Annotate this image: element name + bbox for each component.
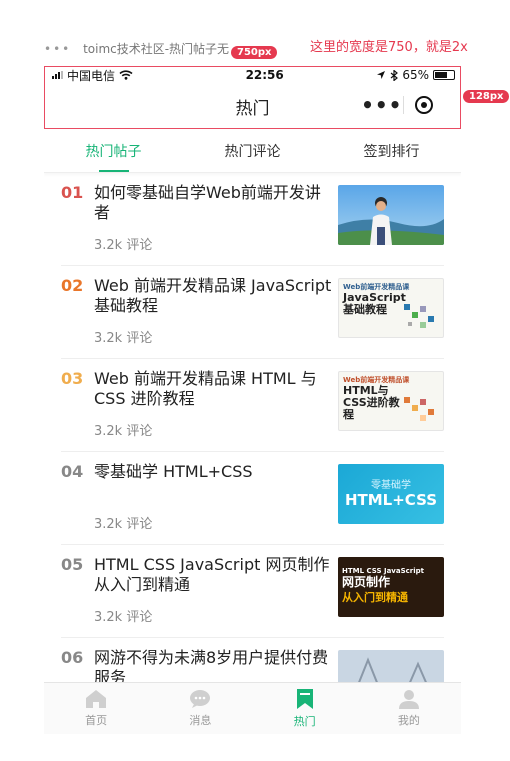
target-icon [415,96,434,114]
book-subtitle: 从入门到精通 [342,591,408,604]
list-item[interactable]: 05 HTML CSS JavaScript 网页制作从入门到精通 3.2k 评论… [61,545,444,638]
post-title: Web 前端开发精品课 JavaScript 基础教程 [94,276,332,315]
more-button[interactable]: ••• [361,93,403,117]
wifi-icon [119,70,133,80]
home-icon [86,690,107,708]
post-title: 零基础学 HTML+CSS [94,462,253,481]
signal-icon [52,71,63,79]
rank-number: 01 [61,183,84,202]
bottom-tab-bar: 首页 消息 热门 我的 [44,682,461,734]
list-item[interactable]: 01 如何零基础自学Web前端开发讲者 3.2k 评论 [61,173,444,266]
post-thumbnail: Web前端开发精品课 JavaScript基础教程 [338,278,444,338]
tabbar-home[interactable]: 首页 [44,683,148,734]
comment-count: 3.2k 评论 [94,610,153,625]
tabbar-hot[interactable]: 热门 [253,683,357,734]
bluetooth-icon [390,69,399,81]
tab-hot-posts[interactable]: 热门帖子 [44,129,183,172]
post-title: Web 前端开发精品课 HTML 与 CSS 进阶教程 [94,369,317,408]
close-miniprogram-button[interactable] [403,96,445,114]
book-title: 网页制作 [342,575,391,589]
hot-bookmark-icon [296,689,313,709]
book-title: HTML与CSS进阶教程 [343,384,400,421]
battery-percent: 65% [402,68,429,82]
window-title-bar: ••• toimc技术社区-热门帖子无 [44,40,229,57]
rank-number: 03 [61,369,84,388]
tabbar-profile[interactable]: 我的 [357,683,461,734]
post-list: 01 如何零基础自学Web前端开发讲者 3.2k 评论 02 Web 前端开发精… [44,173,461,731]
post-title: HTML CSS JavaScript 网页制作从入门到精通 [94,555,330,594]
battery-icon [432,70,455,80]
rank-number: 02 [61,276,84,295]
post-thumbnail: Web前端开发精品课 HTML与CSS进阶教程 [338,371,444,431]
book-series: 零基础学 [371,480,411,491]
phone-screen: 中国电信 22:56 65% 热门 ••• 热门帖子 热门评论 签到排行 01 … [44,66,461,734]
miniprogram-capsule: ••• [361,89,445,121]
nav-bar: 热门 ••• [44,84,461,129]
top-tabs: 热门帖子 热门评论 签到排行 [44,129,461,173]
page-title: 热门 [235,99,270,119]
message-icon [190,690,211,708]
annotation-note: 这里的宽度是750，就是2x [310,40,468,55]
book-title: HTML+CSS [344,491,438,509]
comment-count: 3.2k 评论 [94,424,153,439]
rank-number: 05 [61,555,84,574]
comment-count: 3.2k 评论 [94,238,153,253]
list-item[interactable]: 04 零基础学 HTML+CSS 3.2k 评论 零基础学 HTML+CSS [61,452,444,545]
window-title: toimc技术社区-热门帖子无 [83,42,230,56]
list-item[interactable]: 03 Web 前端开发精品课 HTML 与 CSS 进阶教程 3.2k 评论 We… [61,359,444,452]
book-title: JavaScript基础教程 [343,291,406,316]
user-icon [398,690,419,709]
tabbar-label: 热门 [293,715,316,728]
post-thumbnail [338,185,444,245]
tab-checkin-rank[interactable]: 签到排行 [322,129,461,172]
comment-count: 3.2k 评论 [94,517,153,532]
post-thumbnail: 零基础学 HTML+CSS [338,464,444,524]
tab-hot-comments[interactable]: 热门评论 [183,129,322,172]
post-thumbnail: HTML CSS JavaScript 网页制作 从入门到精通 [338,557,444,617]
height-badge: 128px [463,90,510,103]
width-badge: 750px [231,46,278,59]
status-bar: 中国电信 22:56 65% [44,66,461,84]
comment-count: 3.2k 评论 [94,331,153,346]
rank-number: 04 [61,462,84,481]
window-dots: ••• [44,42,72,56]
tabbar-label: 消息 [189,714,212,727]
status-time: 22:56 [245,68,284,82]
list-item[interactable]: 02 Web 前端开发精品课 JavaScript 基础教程 3.2k 评论 We… [61,266,444,359]
tabbar-messages[interactable]: 消息 [148,683,252,734]
location-icon [377,71,386,79]
carrier: 中国电信 [67,68,116,83]
tabbar-label: 我的 [397,714,420,727]
post-title: 如何零基础自学Web前端开发讲者 [94,183,321,222]
book-series: HTML CSS JavaScript [342,567,424,575]
tabbar-label: 首页 [85,714,108,727]
